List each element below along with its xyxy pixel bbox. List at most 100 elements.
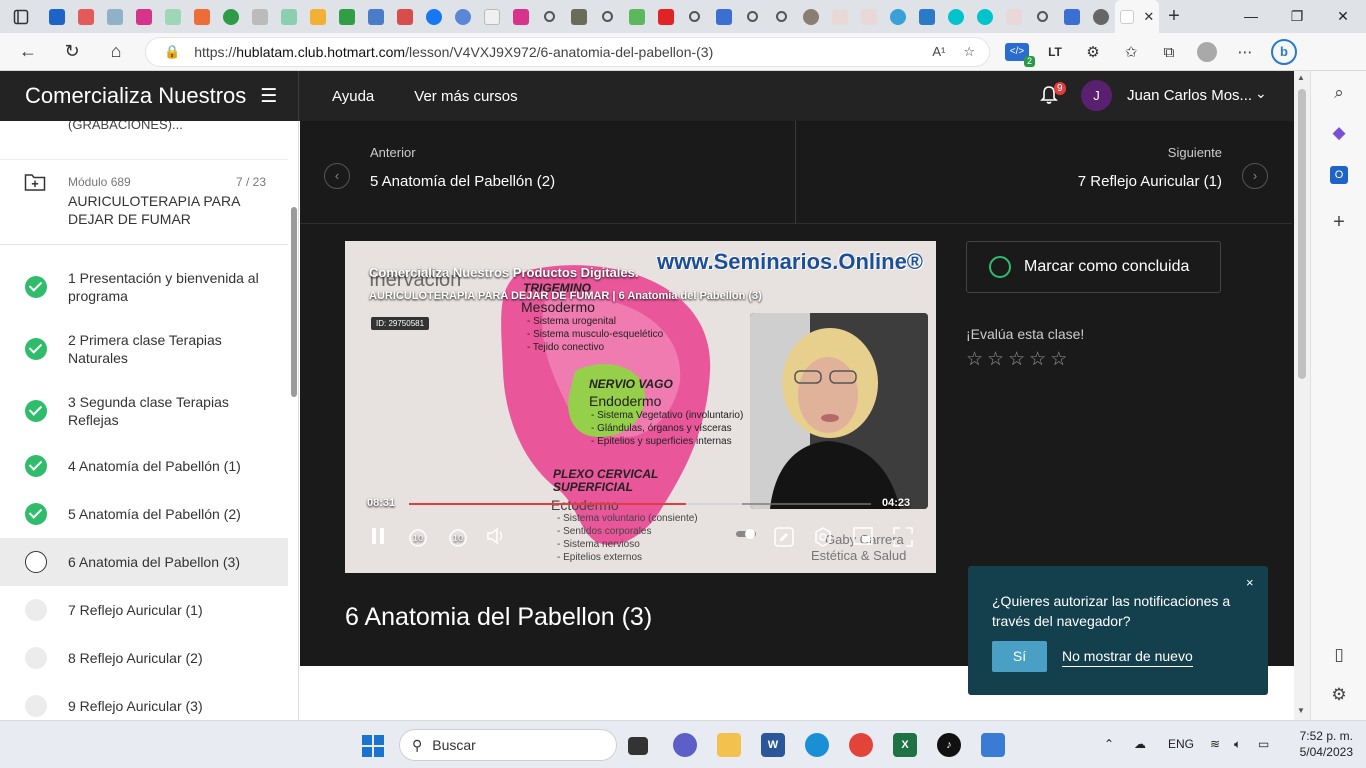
browser-tab[interactable] (506, 0, 535, 33)
lesson-item[interactable]: 3 Segunda clase Terapias Reflejas (0, 380, 288, 442)
browser-tab[interactable] (419, 0, 448, 33)
browser-tab[interactable] (1028, 0, 1057, 33)
browser-tab[interactable] (448, 0, 477, 33)
browser-tab-active[interactable]: ✕ (1115, 0, 1159, 33)
browser-tab[interactable] (564, 0, 593, 33)
browser-tab[interactable] (941, 0, 970, 33)
language-indicator[interactable]: ENG (1168, 737, 1194, 751)
forward-10-icon[interactable]: 10 (445, 527, 471, 549)
notepad-icon[interactable] (981, 733, 1005, 757)
close-window-button[interactable]: ✕ (1320, 0, 1366, 33)
star-5-icon[interactable]: ☆ (1050, 348, 1067, 371)
video-progress-bar[interactable] (409, 503, 871, 505)
picture-in-picture-icon[interactable] (852, 527, 874, 549)
lock-icon[interactable]: 🔒 (164, 44, 180, 60)
sidebar-scrollbar[interactable] (291, 207, 297, 397)
browser-tab[interactable] (883, 0, 912, 33)
settings-gear-icon[interactable] (812, 527, 834, 549)
word-icon[interactable]: W (761, 733, 785, 757)
browser-tab[interactable] (796, 0, 825, 33)
pause-icon[interactable] (367, 527, 389, 549)
browser-tab[interactable] (622, 0, 651, 33)
system-clock[interactable]: 7:52 p. m. 5/04/2023 (1283, 728, 1353, 760)
browser-tab[interactable] (216, 0, 245, 33)
search-icon[interactable]: ⌕ (1328, 83, 1350, 105)
lesson-item[interactable]: 9 Reflejo Auricular (3) (0, 682, 288, 720)
annotate-pencil-icon[interactable] (773, 527, 795, 549)
autoplay-toggle-icon[interactable] (735, 527, 757, 549)
chevron-left-icon[interactable]: ‹ (324, 163, 350, 189)
chevron-right-icon[interactable]: › (1242, 163, 1268, 189)
browser-tab[interactable] (303, 0, 332, 33)
profile-avatar-icon[interactable] (1195, 42, 1219, 62)
browser-tab[interactable] (1057, 0, 1086, 33)
close-tab-icon[interactable]: ✕ (1143, 9, 1154, 25)
module-header[interactable]: Módulo 689 7 / 23 AURICULOTERAPIA PARA D… (0, 159, 288, 245)
gear-icon[interactable]: ⚙ (1328, 685, 1350, 707)
lesson-item[interactable]: 2 Primera clase Terapias Naturales (0, 318, 288, 380)
browser-tab[interactable] (477, 0, 506, 33)
outlook-icon[interactable]: O (1328, 163, 1350, 185)
favorites-icon[interactable]: ✩ (1119, 43, 1143, 61)
nav-more-courses-link[interactable]: Ver más cursos (414, 88, 517, 105)
previous-lesson-link[interactable]: ‹ Anterior 5 Anatomía del Pabellón (2) (300, 121, 796, 224)
chevron-down-icon[interactable]: ⌄ (1255, 85, 1267, 102)
next-lesson-link[interactable]: Siguiente 7 Reflejo Auricular (1) › (797, 121, 1292, 224)
new-tab-button[interactable]: + (1159, 0, 1189, 33)
browser-tab[interactable] (709, 0, 738, 33)
show-hidden-icons-icon[interactable]: ⌃ (1104, 737, 1114, 751)
edge-icon[interactable] (805, 733, 829, 757)
more-options-icon[interactable]: ⋯ (1233, 43, 1257, 61)
notifications-button[interactable]: 9 (1040, 82, 1066, 109)
minimize-button[interactable]: — (1228, 0, 1274, 33)
lesson-item[interactable]: 5 Anatomía del Pabellón (2) (0, 490, 288, 538)
sidebar-toggle-icon[interactable]: ▯ (1328, 645, 1350, 667)
star-2-icon[interactable]: ☆ (987, 348, 1004, 371)
excel-icon[interactable]: X (893, 733, 917, 757)
onedrive-cloud-icon[interactable]: ☁ (1134, 737, 1146, 751)
favorite-star-icon[interactable]: ☆ (963, 44, 975, 60)
browser-tab[interactable] (332, 0, 361, 33)
close-icon[interactable]: × (1246, 575, 1254, 590)
bing-chat-icon[interactable]: b (1271, 39, 1297, 65)
browser-tab[interactable] (158, 0, 187, 33)
page-scrollbar[interactable]: ▲ ▼ (1294, 71, 1310, 720)
add-icon[interactable]: + (1328, 211, 1350, 233)
home-button[interactable]: ⌂ (94, 41, 138, 62)
browser-tab[interactable] (361, 0, 390, 33)
mark-complete-button[interactable]: Marcar como concluida (966, 241, 1221, 293)
taskbar-search-input[interactable]: ⚲ Buscar (399, 729, 617, 761)
browser-tab[interactable] (680, 0, 709, 33)
browser-tab[interactable] (245, 0, 274, 33)
meet-video-icon[interactable] (673, 733, 697, 757)
browser-tab[interactable] (274, 0, 303, 33)
extension-devtools-icon[interactable]: </> 2 (1005, 43, 1035, 67)
browser-tab[interactable] (651, 0, 680, 33)
scroll-up-icon[interactable]: ▲ (1297, 73, 1305, 82)
browser-tab[interactable] (71, 0, 100, 33)
browser-tab[interactable] (390, 0, 419, 33)
extension-lt-icon[interactable]: LT (1043, 45, 1067, 59)
star-3-icon[interactable]: ☆ (1008, 348, 1025, 371)
browser-tab[interactable] (999, 0, 1028, 33)
battery-icon[interactable]: ▭ (1258, 737, 1269, 751)
windows-start-icon[interactable] (362, 735, 384, 757)
browser-tab[interactable] (970, 0, 999, 33)
browser-tab[interactable] (129, 0, 158, 33)
chrome-icon[interactable] (849, 733, 873, 757)
browser-tab[interactable] (187, 0, 216, 33)
star-1-icon[interactable]: ☆ (966, 348, 983, 371)
user-avatar[interactable]: J (1081, 80, 1112, 111)
lesson-item[interactable]: 7 Reflejo Auricular (1) (0, 586, 288, 634)
back-button[interactable]: ← (6, 41, 50, 62)
browser-tab[interactable] (1086, 0, 1115, 33)
browser-tab[interactable] (593, 0, 622, 33)
lesson-item[interactable]: 6 Anatomia del Pabellon (3) (0, 538, 288, 586)
star-4-icon[interactable]: ☆ (1029, 348, 1046, 371)
collections-icon[interactable]: ⧉ (1157, 44, 1181, 61)
volume-icon[interactable] (485, 527, 507, 549)
browser-tab[interactable] (854, 0, 883, 33)
allow-notifications-button[interactable]: Sí (992, 641, 1047, 672)
browser-tab[interactable] (738, 0, 767, 33)
video-player[interactable]: Inervación TRIGEMINO Mesodermo - Sistema… (345, 241, 936, 573)
